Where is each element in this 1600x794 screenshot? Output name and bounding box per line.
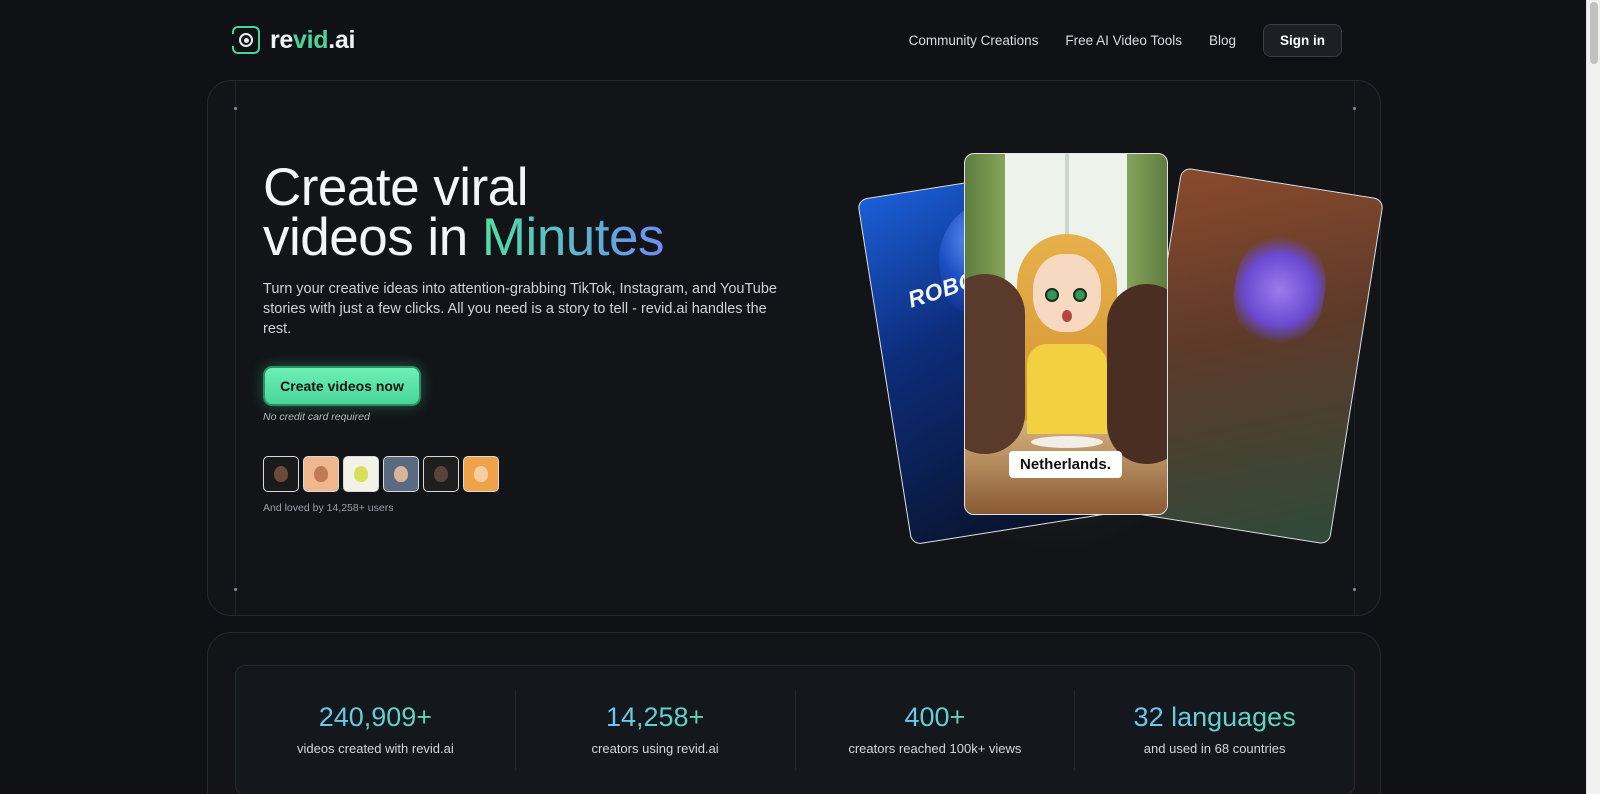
hero-title: Create viral videos in Minutes	[263, 158, 664, 267]
hero-title-accent: Minutes	[481, 208, 665, 267]
stat-languages: 32 languages and used in 68 countries	[1075, 690, 1354, 770]
avatar	[383, 456, 419, 492]
no-credit-card-note: No credit card required	[263, 411, 370, 423]
nav-link-community-creations[interactable]: Community Creations	[909, 33, 1039, 48]
stat-value: 14,258+	[605, 702, 705, 732]
avatar	[463, 456, 499, 492]
nav-link-blog[interactable]: Blog	[1209, 33, 1236, 48]
logo[interactable]: revid.ai	[230, 25, 356, 55]
video-caption: Netherlands.	[1009, 451, 1122, 478]
stat-label: creators reached 100k+ views	[848, 741, 1022, 756]
plate	[1031, 436, 1103, 448]
user-avatars	[263, 456, 499, 492]
avatar	[343, 456, 379, 492]
stat-creators-100k: 400+ creators reached 100k+ views	[796, 690, 1076, 770]
sign-in-button[interactable]: Sign in	[1263, 23, 1342, 57]
avatar	[423, 456, 459, 492]
hero-description: Turn your creative ideas into attention-…	[263, 281, 777, 337]
stats-section: 240,909+ videos created with revid.ai 14…	[207, 632, 1381, 794]
kid-right	[1107, 284, 1167, 464]
stat-label: videos created with revid.ai	[296, 741, 454, 756]
kid-left	[965, 274, 1025, 454]
girl-dress	[1027, 344, 1107, 434]
flowers-image	[1226, 228, 1333, 352]
avatar	[303, 456, 339, 492]
hero-section: Create viral videos in Minutes Turn your…	[207, 80, 1385, 616]
video-card-center[interactable]: Netherlands.	[964, 153, 1168, 515]
girl-face	[1033, 254, 1101, 332]
page-scrollbar[interactable]	[1586, 0, 1600, 794]
corner-dot	[1353, 107, 1356, 110]
stat-label: and used in 68 countries	[1143, 741, 1286, 756]
corner-dot	[234, 588, 237, 591]
stat-label: creators using revid.ai	[591, 741, 719, 756]
create-videos-button[interactable]: Create videos now	[263, 366, 421, 406]
hero-guide-line-left	[235, 81, 236, 615]
stat-value: 400+	[904, 702, 966, 732]
loved-by-text: And loved by 14,258+ users	[263, 502, 394, 514]
camera-lens-icon	[230, 26, 260, 54]
stats-row: 240,909+ videos created with revid.ai 14…	[235, 665, 1355, 794]
nav-links: Community Creations Free AI Video Tools …	[909, 23, 1342, 57]
corner-dot	[1353, 588, 1356, 591]
stat-creators: 14,258+ creators using revid.ai	[516, 690, 796, 770]
stat-value: 32 languages	[1133, 702, 1296, 732]
nav-link-free-ai-video-tools[interactable]: Free AI Video Tools	[1065, 33, 1182, 48]
scrollbar-thumb[interactable]	[1590, 2, 1598, 64]
stat-value: 240,909+	[318, 702, 433, 732]
avatar	[263, 456, 299, 492]
stat-videos-created: 240,909+ videos created with revid.ai	[236, 690, 516, 770]
logo-text: revid.ai	[270, 25, 356, 54]
top-nav: revid.ai Community Creations Free AI Vid…	[230, 22, 1342, 58]
corner-dot	[234, 107, 237, 110]
